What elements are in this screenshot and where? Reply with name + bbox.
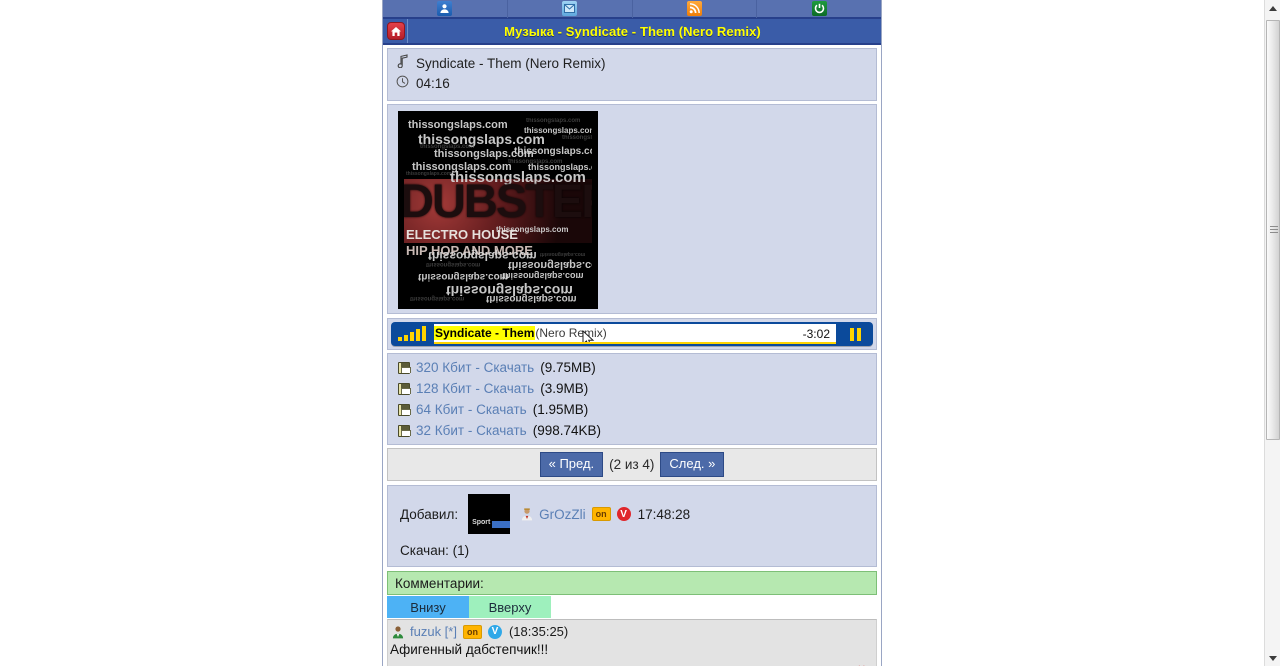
toolbar-cell-user[interactable] [383, 0, 508, 18]
scrollbar-thumb[interactable] [1266, 20, 1280, 440]
download-row[interactable]: 64 Кбит - Скачать (1.95MB) [388, 399, 876, 420]
user-rank-icon [520, 507, 534, 521]
chevron-up-icon [1269, 5, 1277, 11]
scrollbar-grip [1270, 226, 1278, 234]
avatar[interactable]: Sport [468, 494, 511, 534]
screen: Музыка - Syndicate - Them (Nero Remix) S… [0, 0, 1280, 666]
audio-player[interactable]: Syndicate - Them (Nero Remix) -3:02 [391, 322, 873, 346]
artwork-watermark: thissongslaps.com [418, 271, 509, 282]
prev-page-button[interactable]: « Пред. [539, 452, 604, 477]
artwork-watermark: thissongslaps.com [408, 119, 508, 131]
added-by-label: Добавил: [400, 506, 459, 522]
toolbar-cell-rss[interactable] [633, 0, 758, 18]
tab-top[interactable]: Вверху [469, 596, 551, 618]
toolbar-cell-power[interactable] [757, 0, 881, 18]
track-duration-row: 04:16 [396, 74, 868, 93]
album-artwork: thissongslaps.com thissongslaps.com this… [398, 111, 598, 309]
page-counter: (2 из 4) [609, 457, 655, 472]
avatar-stripe [492, 521, 511, 528]
uploader-username[interactable]: GrOzZli [539, 507, 586, 522]
save-icon [398, 403, 411, 416]
download-link[interactable]: 32 Кбит - Скачать [416, 421, 527, 440]
player-track-rest: (Nero Remix) [535, 326, 607, 340]
pagination: « Пред. (2 из 4) След. » [387, 448, 877, 481]
music-note-icon [396, 54, 409, 73]
avatar-text: Sport [472, 519, 491, 526]
comment-item: fuzuk [*] on V (18:35:25) Афигенный дабс… [387, 619, 877, 666]
added-by-row: Добавил: Sport GrOzZli on V 17:48:28 [388, 494, 876, 534]
home-icon[interactable] [386, 22, 405, 40]
artwork-watermark: thissongslaps.com [508, 259, 592, 271]
download-count: Скачан: (1) [400, 543, 470, 558]
comment-text: Афигенный дабстепчик!!! [390, 642, 549, 657]
download-link[interactable]: 64 Кбит - Скачать [416, 400, 527, 419]
artwork-watermark: thissongslaps.com [540, 251, 586, 257]
added-by-panel: Добавил: Sport GrOzZli on V 17:48:28 Ска… [387, 485, 877, 567]
scroll-up-button[interactable] [1265, 0, 1280, 16]
artwork-watermark: thissongslaps.com [562, 135, 592, 141]
track-name-row: Syndicate - Them (Nero Remix) [396, 54, 868, 73]
top-toolbar [383, 0, 881, 19]
comments-header: Комментарии: [387, 571, 877, 595]
artwork-watermark: thissongslaps.com [486, 293, 577, 303]
save-icon [398, 424, 411, 437]
artwork-watermark: thissongslaps.com [410, 295, 465, 301]
artwork-watermark: thissongslaps.com [502, 271, 584, 281]
download-list: 320 Кбит - Скачать (9.75MB) 128 Кбит - С… [387, 353, 877, 445]
download-row[interactable]: 32 Кбит - Скачать (998.74KB) [388, 420, 876, 441]
volume-bars-icon[interactable] [394, 326, 434, 342]
commenter-rank-icon [391, 625, 405, 639]
artwork-main-word: DUBSTEP [404, 174, 592, 227]
user-icon[interactable] [437, 1, 453, 16]
home-button[interactable] [384, 19, 408, 43]
artwork-watermark: thissongslaps.com [514, 146, 592, 157]
commenter-username[interactable]: fuzuk [*] [410, 624, 457, 639]
download-link[interactable]: 128 Кбит - Скачать [416, 379, 534, 398]
online-status-badge: on [591, 507, 611, 521]
rss-icon[interactable] [686, 1, 702, 16]
player-time-remaining: -3:02 [802, 327, 830, 341]
chevron-down-icon [1269, 655, 1277, 661]
download-size: (998.74KB) [532, 423, 602, 438]
next-page-button[interactable]: След. » [660, 452, 725, 477]
page-container: Музыка - Syndicate - Them (Nero Remix) S… [382, 0, 882, 666]
track-duration: 04:16 [416, 76, 450, 91]
track-info-panel: Syndicate - Them (Nero Remix) 04:16 [387, 48, 877, 101]
page-title: Музыка - Syndicate - Them (Nero Remix) [504, 23, 761, 39]
artwork-watermark: thissongslaps.com [426, 261, 481, 267]
download-size: (9.75MB) [540, 360, 596, 375]
audio-player-panel: Syndicate - Them (Nero Remix) -3:02 [387, 318, 877, 350]
tab-bottom[interactable]: Внизу [387, 596, 469, 618]
save-icon [398, 382, 411, 395]
download-size: (1.95MB) [532, 402, 589, 417]
artwork-panel: thissongslaps.com thissongslaps.com this… [387, 104, 877, 314]
added-time: 17:48:28 [637, 506, 691, 522]
save-icon [398, 361, 411, 374]
power-icon[interactable] [811, 1, 827, 16]
artwork-watermark: thissongslaps.com [526, 118, 581, 124]
download-link[interactable]: 320 Кбит - Скачать [416, 358, 534, 377]
pause-button[interactable] [840, 324, 870, 344]
artwork-inner: thissongslaps.com thissongslaps.com this… [404, 117, 592, 303]
commenter-online-badge: on [462, 624, 482, 639]
track-name: Syndicate - Them (Nero Remix) [416, 56, 606, 71]
title-bar: Музыка - Syndicate - Them (Nero Remix) [383, 19, 881, 45]
toolbar-cell-mail[interactable] [508, 0, 633, 18]
comment-time: (18:35:25) [508, 624, 569, 639]
scroll-down-button[interactable] [1265, 650, 1280, 666]
clock-icon [396, 74, 409, 93]
commenter-browser-icon: V [487, 624, 502, 639]
download-row[interactable]: 128 Кбит - Скачать (3.9MB) [388, 378, 876, 399]
player-display[interactable]: Syndicate - Them (Nero Remix) -3:02 [434, 324, 836, 344]
browser-icon: V [616, 507, 631, 521]
player-track-selected: Syndicate - Them [434, 326, 536, 340]
artwork-subline-1: ELECTRO HOUSE [406, 227, 518, 242]
mail-icon[interactable] [562, 1, 578, 16]
download-size: (3.9MB) [540, 381, 589, 396]
vertical-scrollbar[interactable] [1264, 0, 1280, 666]
download-row[interactable]: 320 Кбит - Скачать (9.75MB) [388, 357, 876, 378]
comments-tabs: Внизу Вверху [387, 596, 877, 618]
comment-header: fuzuk [*] on V (18:35:25) [388, 624, 876, 639]
